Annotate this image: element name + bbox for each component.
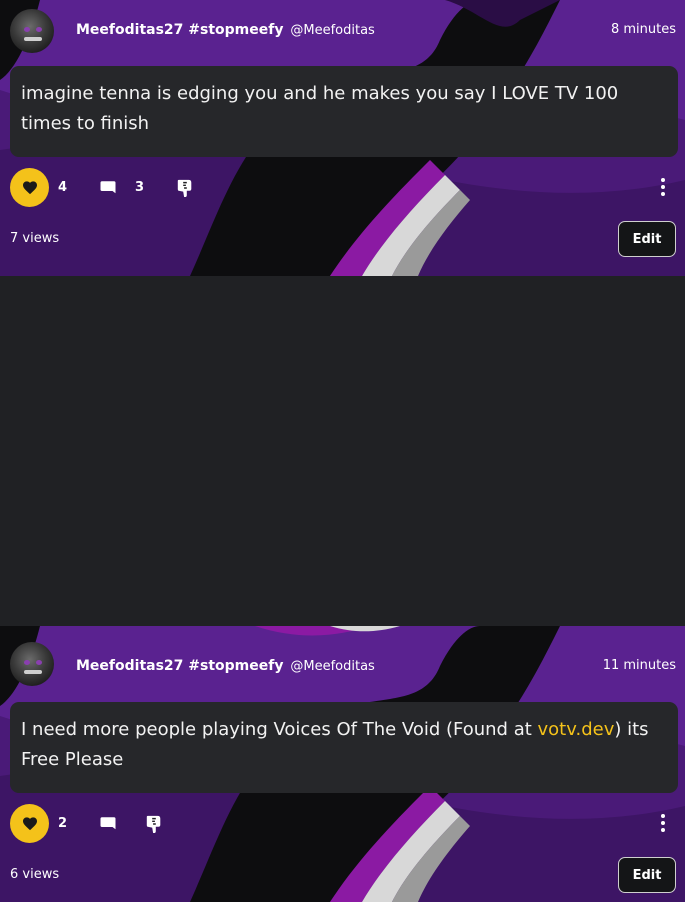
- avatar-eye: [24, 660, 30, 665]
- avatar-eye: [36, 27, 42, 32]
- author-name[interactable]: Meefoditas27 #stopmeefy: [76, 658, 283, 674]
- post-text-before-link: I need more people playing Voices Of The…: [21, 719, 538, 740]
- author-line[interactable]: Meefoditas27 #stopmeefy @Meefoditas: [76, 658, 375, 674]
- thumbs-down-icon: [177, 179, 192, 197]
- post-card: Meefoditas27 #stopmeefy @Meefoditas 8 mi…: [0, 0, 685, 276]
- post-card: Meefoditas27 #stopmeefy @Meefoditas 11 m…: [0, 626, 685, 902]
- edit-button[interactable]: Edit: [618, 857, 676, 893]
- empty-area: [0, 276, 685, 626]
- author-handle[interactable]: @Meefoditas: [290, 23, 374, 38]
- post-content: I need more people playing Voices Of The…: [10, 702, 678, 793]
- comment-button[interactable]: [98, 814, 118, 834]
- avatar[interactable]: [10, 9, 54, 53]
- comment-button[interactable]: [98, 178, 118, 198]
- more-options-button[interactable]: [659, 813, 667, 833]
- avatar-mouth: [24, 670, 42, 674]
- author-name[interactable]: Meefoditas27 #stopmeefy: [76, 22, 283, 38]
- reaction-button[interactable]: [144, 814, 164, 834]
- comment-icon: [100, 817, 116, 830]
- like-count: 2: [58, 816, 68, 831]
- author-line[interactable]: Meefoditas27 #stopmeefy @Meefoditas: [76, 22, 375, 38]
- reaction-button[interactable]: [175, 178, 195, 198]
- avatar-eye: [36, 660, 42, 665]
- kebab-dot: [661, 185, 665, 189]
- kebab-dot: [661, 821, 665, 825]
- view-count: 7 views: [10, 231, 60, 246]
- comment-icon: [100, 181, 116, 194]
- thumbs-down-icon: [146, 815, 161, 833]
- avatar-eye: [24, 27, 30, 32]
- post-time: 11 minutes: [602, 658, 676, 673]
- post-time: 8 minutes: [610, 22, 676, 37]
- more-options-button[interactable]: [659, 177, 667, 197]
- more-vertical-icon: [661, 178, 665, 182]
- post-content: imagine tenna is edging you and he makes…: [10, 66, 678, 157]
- heart-icon: [22, 817, 37, 831]
- like-count: 4: [58, 180, 68, 195]
- view-count: 6 views: [10, 867, 60, 882]
- avatar-mouth: [24, 37, 42, 41]
- more-vertical-icon: [661, 814, 665, 818]
- avatar[interactable]: [10, 642, 54, 686]
- like-button[interactable]: [10, 804, 49, 843]
- heart-icon: [22, 181, 37, 195]
- post-text: imagine tenna is edging you and he makes…: [21, 83, 619, 134]
- kebab-dot: [661, 192, 665, 196]
- author-handle[interactable]: @Meefoditas: [290, 659, 374, 674]
- votv-link[interactable]: votv.dev: [538, 719, 615, 740]
- edit-button[interactable]: Edit: [618, 221, 676, 257]
- kebab-dot: [661, 828, 665, 832]
- comment-count: 3: [135, 180, 145, 195]
- like-button[interactable]: [10, 168, 49, 207]
